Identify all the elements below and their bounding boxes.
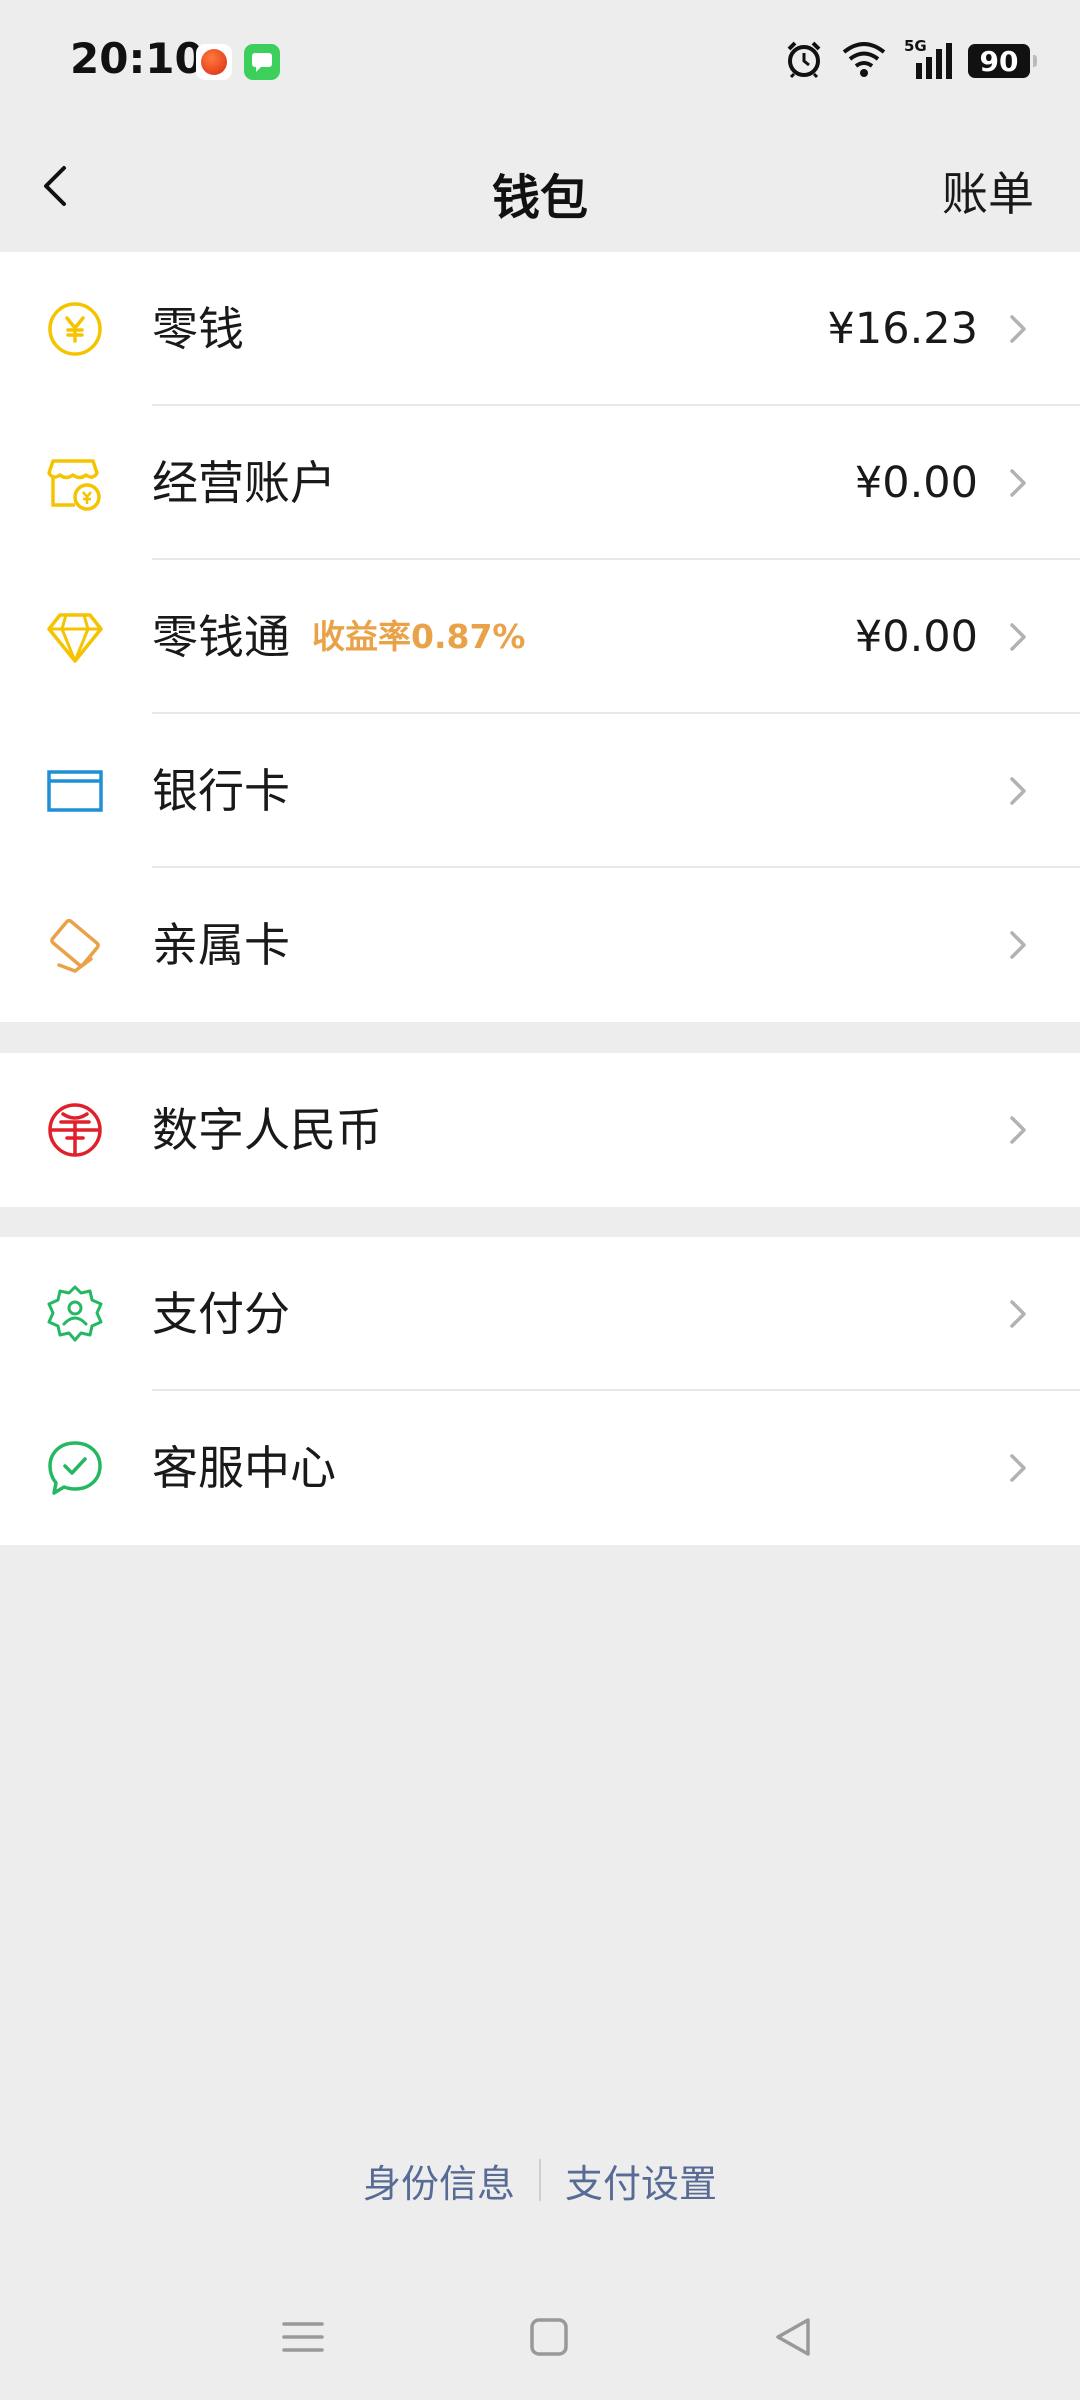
chevron-right-icon <box>1010 931 1026 959</box>
item-label: 亲属卡 <box>152 918 290 972</box>
payment-settings-link[interactable]: 支付设置 <box>541 2153 741 2208</box>
menu-icon[interactable] <box>278 2312 328 2362</box>
notification-app-icon <box>196 44 232 80</box>
chevron-right-icon <box>1010 1300 1026 1328</box>
diamond-icon <box>47 613 103 663</box>
chevron-right-icon <box>1010 315 1026 343</box>
item-label: 零钱 <box>152 302 244 356</box>
bill-button[interactable]: 账单 <box>942 158 1034 224</box>
home-icon[interactable] <box>524 2312 574 2362</box>
status-bar: 20:10 5G 90 <box>0 0 1080 120</box>
yuan-coin-icon <box>48 302 102 356</box>
system-nav-bar <box>0 2300 1080 2370</box>
bank-card-icon <box>47 770 103 812</box>
item-label: 经营账户 <box>152 456 336 510</box>
signal-icon: 5G <box>904 37 952 81</box>
list-item-family-card[interactable]: 亲属卡 <box>0 868 1080 1022</box>
identity-info-link[interactable]: 身份信息 <box>339 2153 539 2208</box>
messages-app-icon <box>244 44 280 80</box>
list-item-customer-service[interactable]: 客服中心 <box>0 1391 1080 1545</box>
battery-level: 90 <box>979 44 1019 78</box>
list-item-change[interactable]: 零钱 ¥16.23 <box>0 252 1080 406</box>
status-time: 20:10 <box>70 34 204 83</box>
chevron-right-icon <box>1010 1116 1026 1144</box>
item-amount: ¥0.00 <box>854 612 978 662</box>
business-account-icon <box>47 459 101 511</box>
item-label: 客服中心 <box>152 1441 336 1495</box>
item-label: 数字人民币 <box>152 1103 382 1157</box>
item-label: 银行卡 <box>152 764 290 818</box>
battery-icon: 90 <box>968 44 1037 78</box>
item-amount: ¥0.00 <box>854 458 978 508</box>
wallet-main-group: 零钱 ¥16.23 经营账户 ¥0.00 零钱通 收益率0.87% ¥0.00 … <box>0 252 1080 1022</box>
wifi-icon <box>840 40 888 82</box>
item-label: 支付分 <box>152 1287 290 1341</box>
nav-header: 钱包 账单 <box>0 120 1080 252</box>
yield-badge: 收益率0.87% <box>312 617 526 656</box>
service-group: 支付分 客服中心 <box>0 1237 1080 1545</box>
item-amount: ¥16.23 <box>827 304 978 354</box>
footer-links: 身份信息 支付设置 <box>0 2150 1080 2210</box>
pay-score-icon <box>47 1285 103 1342</box>
alarm-icon <box>784 39 824 83</box>
chevron-right-icon <box>1010 1454 1026 1482</box>
customer-service-icon <box>48 1441 102 1495</box>
item-label: 零钱通 <box>152 610 290 664</box>
chevron-right-icon <box>1010 469 1026 497</box>
digital-rmb-icon <box>48 1103 102 1157</box>
back-nav-icon[interactable] <box>768 2312 818 2362</box>
list-item-pay-score[interactable]: 支付分 <box>0 1237 1080 1391</box>
chevron-right-icon <box>1010 623 1026 651</box>
list-item-digital-rmb[interactable]: 数字人民币 <box>0 1053 1080 1207</box>
chevron-right-icon <box>1010 777 1026 805</box>
list-item-business-account[interactable]: 经营账户 ¥0.00 <box>0 406 1080 560</box>
digital-rmb-group: 数字人民币 <box>0 1053 1080 1207</box>
family-card-icon <box>50 918 100 973</box>
list-item-lqt[interactable]: 零钱通 收益率0.87% ¥0.00 <box>0 560 1080 714</box>
list-item-bank-card[interactable]: 银行卡 <box>0 714 1080 868</box>
page-title: 钱包 <box>491 170 588 226</box>
